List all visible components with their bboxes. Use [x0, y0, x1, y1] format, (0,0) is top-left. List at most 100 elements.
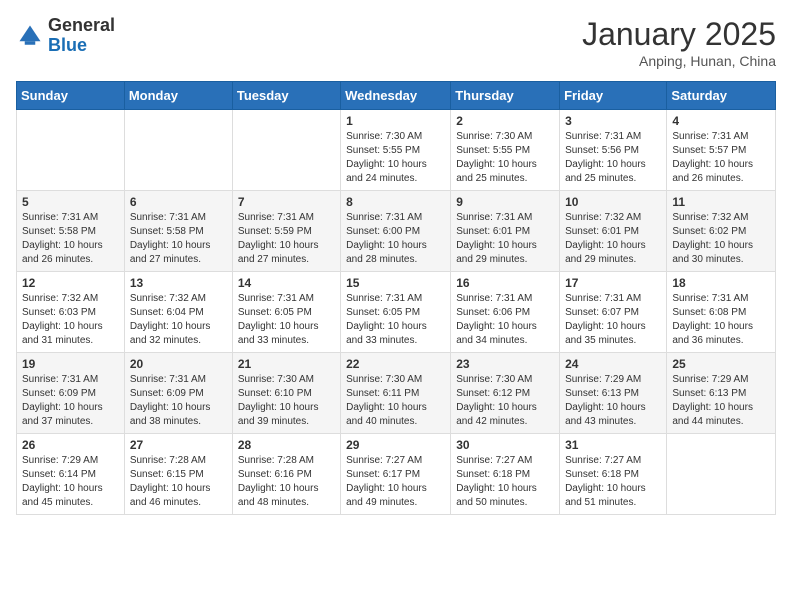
day-number: 6 — [130, 195, 227, 209]
calendar-cell: 30 Sunrise: 7:27 AM Sunset: 6:18 PM Dayli… — [451, 434, 560, 515]
calendar-cell: 2Sunrise: 7:30 AM Sunset: 5:55 PM Daylig… — [451, 110, 560, 191]
calendar-cell: 14Sunrise: 7:31 AM Sunset: 6:05 PM Dayli… — [232, 272, 340, 353]
day-number: 10 — [565, 195, 661, 209]
calendar-cell: 17 Sunrise: 7:31 AM Sunset: 6:07 PM Dayli… — [560, 272, 667, 353]
calendar-cell: 5 Sunrise: 7:31 AM Sunset: 5:58 PM Daylig… — [17, 191, 125, 272]
calendar-cell: 20 Sunrise: 7:31 AM Sunset: 6:09 PM Dayli… — [124, 353, 232, 434]
day-info: Sunrise: 7:31 AM Sunset: 6:05 PM Dayligh… — [346, 292, 445, 348]
day-info: Sunrise: 7:31 AM Sunset: 6:09 PM Dayligh… — [22, 373, 119, 429]
day-info: Sunrise: 7:29 AM Sunset: 6:13 PM Dayligh… — [565, 373, 661, 429]
calendar-week-row: 12Sunrise: 7:32 AM Sunset: 6:03 PM Dayli… — [17, 272, 776, 353]
calendar-cell — [232, 110, 340, 191]
day-info: Sunrise: 7:31 AM Sunset: 5:57 PM Dayligh… — [672, 130, 770, 186]
day-info: Sunrise: 7:30 AM Sunset: 6:12 PM Dayligh… — [456, 373, 554, 429]
day-number: 29 — [346, 438, 445, 452]
calendar-cell: 15 Sunrise: 7:31 AM Sunset: 6:05 PM Dayli… — [341, 272, 451, 353]
day-info: Sunrise: 7:27 AM Sunset: 6:18 PM Dayligh… — [456, 454, 554, 510]
title-block: January 2025 Anping, Hunan, China — [582, 16, 776, 69]
day-info: Sunrise: 7:32 AM Sunset: 6:01 PM Dayligh… — [565, 211, 661, 267]
calendar-cell: 10 Sunrise: 7:32 AM Sunset: 6:01 PM Dayli… — [560, 191, 667, 272]
calendar-cell: 28 Sunrise: 7:28 AM Sunset: 6:16 PM Dayli… — [232, 434, 340, 515]
day-info: Sunrise: 7:31 AM Sunset: 6:07 PM Dayligh… — [565, 292, 661, 348]
day-number: 24 — [565, 357, 661, 371]
calendar-cell: 13 Sunrise: 7:32 AM Sunset: 6:04 PM Dayli… — [124, 272, 232, 353]
day-info: Sunrise: 7:31 AM Sunset: 6:08 PM Dayligh… — [672, 292, 770, 348]
month-year: January 2025 — [582, 16, 776, 53]
day-number: 26 — [22, 438, 119, 452]
day-number: 30 — [456, 438, 554, 452]
column-header-monday: Monday — [124, 82, 232, 110]
calendar-cell: 9 Sunrise: 7:31 AM Sunset: 6:01 PM Daylig… — [451, 191, 560, 272]
calendar-cell: 29 Sunrise: 7:27 AM Sunset: 6:17 PM Dayli… — [341, 434, 451, 515]
day-info: Sunrise: 7:31 AM Sunset: 5:56 PM Dayligh… — [565, 130, 661, 186]
day-number: 8 — [346, 195, 445, 209]
day-number: 4 — [672, 114, 770, 128]
day-info: Sunrise: 7:29 AM Sunset: 6:14 PM Dayligh… — [22, 454, 119, 510]
day-info: Sunrise: 7:32 AM Sunset: 6:03 PM Dayligh… — [22, 292, 119, 348]
logo-icon — [16, 22, 44, 50]
calendar-cell: 19 Sunrise: 7:31 AM Sunset: 6:09 PM Dayli… — [17, 353, 125, 434]
day-info: Sunrise: 7:31 AM Sunset: 6:01 PM Dayligh… — [456, 211, 554, 267]
day-info: Sunrise: 7:28 AM Sunset: 6:16 PM Dayligh… — [238, 454, 335, 510]
calendar-cell — [124, 110, 232, 191]
day-info: Sunrise: 7:31 AM Sunset: 6:09 PM Dayligh… — [130, 373, 227, 429]
calendar-week-row: 1 Sunrise: 7:30 AM Sunset: 5:55 PM Daylig… — [17, 110, 776, 191]
day-info: Sunrise: 7:31 AM Sunset: 6:05 PM Dayligh… — [238, 292, 335, 348]
day-number: 28 — [238, 438, 335, 452]
day-number: 13 — [130, 276, 227, 290]
calendar-cell — [667, 434, 776, 515]
logo-text: General Blue — [48, 16, 115, 56]
day-number: 18 — [672, 276, 770, 290]
logo: General Blue — [16, 16, 115, 56]
calendar-cell: 18 Sunrise: 7:31 AM Sunset: 6:08 PM Dayli… — [667, 272, 776, 353]
day-number: 7 — [238, 195, 335, 209]
day-info: Sunrise: 7:31 AM Sunset: 5:59 PM Dayligh… — [238, 211, 335, 267]
calendar-cell: 22 Sunrise: 7:30 AM Sunset: 6:11 PM Dayli… — [341, 353, 451, 434]
day-info: Sunrise: 7:31 AM Sunset: 5:58 PM Dayligh… — [22, 211, 119, 267]
calendar-cell: 21 Sunrise: 7:30 AM Sunset: 6:10 PM Dayli… — [232, 353, 340, 434]
day-number: 11 — [672, 195, 770, 209]
calendar-cell: 6 Sunrise: 7:31 AM Sunset: 5:58 PM Daylig… — [124, 191, 232, 272]
day-number: 16 — [456, 276, 554, 290]
day-number: 3 — [565, 114, 661, 128]
day-number: 5 — [22, 195, 119, 209]
day-number: 9 — [456, 195, 554, 209]
day-number: 17 — [565, 276, 661, 290]
day-number: 20 — [130, 357, 227, 371]
day-number: 21 — [238, 357, 335, 371]
day-info: Sunrise: 7:31 AM Sunset: 5:58 PM Dayligh… — [130, 211, 227, 267]
day-number: 31 — [565, 438, 661, 452]
day-info: Sunrise: 7:27 AM Sunset: 6:17 PM Dayligh… — [346, 454, 445, 510]
day-number: 19 — [22, 357, 119, 371]
calendar-cell: 24 Sunrise: 7:29 AM Sunset: 6:13 PM Dayli… — [560, 353, 667, 434]
calendar-table: SundayMondayTuesdayWednesdayThursdayFrid… — [16, 81, 776, 515]
day-info: Sunrise: 7:30 AM Sunset: 6:10 PM Dayligh… — [238, 373, 335, 429]
column-header-thursday: Thursday — [451, 82, 560, 110]
day-info: Sunrise: 7:28 AM Sunset: 6:15 PM Dayligh… — [130, 454, 227, 510]
calendar-cell — [17, 110, 125, 191]
calendar-cell: 1 Sunrise: 7:30 AM Sunset: 5:55 PM Daylig… — [341, 110, 451, 191]
column-header-wednesday: Wednesday — [341, 82, 451, 110]
day-info: Sunrise: 7:32 AM Sunset: 6:04 PM Dayligh… — [130, 292, 227, 348]
calendar-cell: 25Sunrise: 7:29 AM Sunset: 6:13 PM Dayli… — [667, 353, 776, 434]
column-header-friday: Friday — [560, 82, 667, 110]
column-header-tuesday: Tuesday — [232, 82, 340, 110]
day-number: 22 — [346, 357, 445, 371]
day-info: Sunrise: 7:30 AM Sunset: 5:55 PM Dayligh… — [346, 130, 445, 186]
calendar-cell: 4 Sunrise: 7:31 AM Sunset: 5:57 PM Daylig… — [667, 110, 776, 191]
day-number: 15 — [346, 276, 445, 290]
calendar-header-row: SundayMondayTuesdayWednesdayThursdayFrid… — [17, 82, 776, 110]
calendar-cell: 16Sunrise: 7:31 AM Sunset: 6:06 PM Dayli… — [451, 272, 560, 353]
calendar-cell: 3 Sunrise: 7:31 AM Sunset: 5:56 PM Daylig… — [560, 110, 667, 191]
day-number: 2 — [456, 114, 554, 128]
calendar-cell: 23 Sunrise: 7:30 AM Sunset: 6:12 PM Dayli… — [451, 353, 560, 434]
calendar-cell: 11Sunrise: 7:32 AM Sunset: 6:02 PM Dayli… — [667, 191, 776, 272]
calendar-cell: 27 Sunrise: 7:28 AM Sunset: 6:15 PM Dayli… — [124, 434, 232, 515]
calendar-cell: 26 Sunrise: 7:29 AM Sunset: 6:14 PM Dayli… — [17, 434, 125, 515]
day-number: 23 — [456, 357, 554, 371]
day-number: 27 — [130, 438, 227, 452]
column-header-sunday: Sunday — [17, 82, 125, 110]
day-info: Sunrise: 7:30 AM Sunset: 6:11 PM Dayligh… — [346, 373, 445, 429]
day-number: 1 — [346, 114, 445, 128]
day-info: Sunrise: 7:27 AM Sunset: 6:18 PM Dayligh… — [565, 454, 661, 510]
